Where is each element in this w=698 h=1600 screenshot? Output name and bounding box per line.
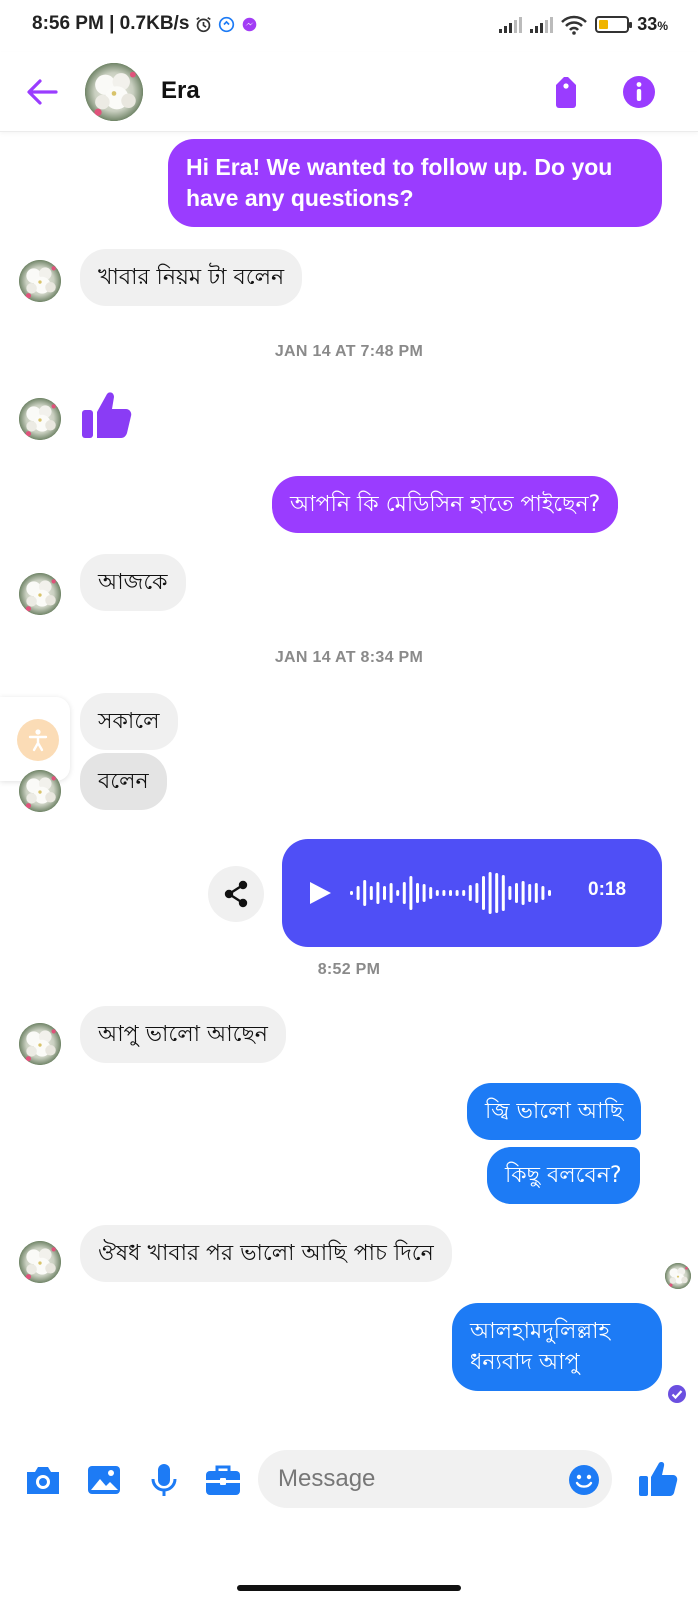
waveform-bar xyxy=(462,890,466,896)
contact-avatar[interactable] xyxy=(85,63,143,121)
audio-message[interactable]: 0:18 xyxy=(282,839,662,947)
waveform-bar xyxy=(350,891,353,895)
timestamp: JAN 14 AT 7:48 PM xyxy=(274,343,424,360)
microphone-icon[interactable] xyxy=(142,1458,186,1502)
status-bar: 8:56 PM | 0.7KB/s 33% xyxy=(0,0,698,52)
info-icon[interactable] xyxy=(619,72,659,112)
waveform-bar xyxy=(356,886,360,900)
battery-icon xyxy=(595,16,633,33)
message-composer xyxy=(0,1436,698,1526)
message-incoming[interactable]: খাবার নিয়ম টা বলেন xyxy=(80,249,303,306)
waveform-bar xyxy=(515,883,518,903)
status-left: 8:56 PM | 0.7KB/s xyxy=(32,13,258,35)
waveform-bar xyxy=(422,884,426,902)
waveform-bar xyxy=(521,881,525,905)
audio-duration: 0:18 xyxy=(588,879,627,900)
message-incoming[interactable]: আজকে xyxy=(80,554,186,611)
message-incoming[interactable]: ঔষধ খাবার পর ভালো আছি পাচ দিনে xyxy=(80,1225,452,1282)
delivered-check-icon xyxy=(668,1385,686,1403)
emoji-icon[interactable] xyxy=(567,1463,601,1497)
waveform-bar xyxy=(396,890,400,896)
message-incoming[interactable]: সকালে xyxy=(80,693,178,750)
avatar[interactable] xyxy=(19,573,61,615)
waveform-bar xyxy=(541,886,545,900)
sync-icon xyxy=(219,16,235,32)
message-outgoing[interactable]: Hi Era! We wanted to follow up. Do you h… xyxy=(168,139,662,227)
briefcase-icon[interactable] xyxy=(201,1458,245,1502)
chat-header: Era xyxy=(0,52,698,132)
waveform-bar xyxy=(369,886,373,900)
waveform-bar xyxy=(468,885,472,901)
waveform-bar xyxy=(435,890,439,896)
waveform-bar xyxy=(495,873,499,913)
wifi-icon xyxy=(561,15,588,35)
waveform-bar xyxy=(501,875,505,911)
waveform-bar xyxy=(363,880,367,906)
waveform-bar xyxy=(376,882,380,904)
waveform-bar xyxy=(548,890,551,896)
share-icon xyxy=(224,880,248,908)
waveform-bar xyxy=(482,876,485,910)
camera-icon[interactable] xyxy=(21,1458,65,1502)
message-outgoing[interactable]: আলহামদুলিল্লাহ ধন্যবাদ আপু xyxy=(452,1303,662,1391)
message-input[interactable] xyxy=(258,1450,612,1508)
timestamp: JAN 14 AT 8:34 PM xyxy=(274,649,424,666)
waveform-bar xyxy=(449,890,452,896)
message-list[interactable]: Hi Era! We wanted to follow up. Do you h… xyxy=(0,133,698,1433)
message-outgoing[interactable]: আপনি কি মেডিসিন হাতে পাইছেন? xyxy=(272,476,619,533)
status-time-speed: 8:56 PM | 0.7KB/s xyxy=(32,13,190,34)
home-indicator[interactable] xyxy=(237,1585,461,1591)
accessibility-button[interactable] xyxy=(0,697,70,781)
waveform-bar xyxy=(409,876,413,910)
message-incoming[interactable]: বলেন xyxy=(80,753,167,810)
alarm-icon xyxy=(196,16,212,32)
waveform-bar xyxy=(508,886,512,900)
gallery-icon[interactable] xyxy=(82,1458,126,1502)
signal-1-icon xyxy=(499,16,523,33)
waveform-bar xyxy=(389,883,393,903)
share-button[interactable] xyxy=(208,866,264,922)
avatar[interactable] xyxy=(19,1023,61,1065)
signal-2-icon xyxy=(530,16,554,33)
contact-name[interactable]: Era xyxy=(161,77,200,105)
battery-percent: 33% xyxy=(637,14,668,34)
messenger-icon xyxy=(243,17,257,31)
message-line: আলহামদুলিল্লাহ xyxy=(470,1319,611,1344)
waveform-bar xyxy=(455,890,459,896)
message-incoming[interactable]: আপু ভালো আছেন xyxy=(80,1006,286,1063)
timestamp: 8:52 PM xyxy=(317,961,381,978)
like-icon[interactable] xyxy=(636,1456,680,1500)
avatar[interactable] xyxy=(19,398,61,440)
thumbs-up-icon[interactable] xyxy=(80,386,136,442)
audio-waveform xyxy=(350,872,551,914)
accessibility-icon xyxy=(17,719,59,761)
waveform-bar xyxy=(383,886,386,900)
waveform-bar xyxy=(488,872,492,914)
back-arrow-icon[interactable] xyxy=(22,72,62,112)
play-icon[interactable] xyxy=(306,879,334,907)
tag-icon[interactable] xyxy=(546,72,586,112)
status-right: 33% xyxy=(499,14,668,35)
avatar[interactable] xyxy=(19,260,61,302)
waveform-bar xyxy=(475,883,479,903)
waveform-bar xyxy=(534,883,538,903)
avatar[interactable] xyxy=(19,770,61,812)
message-line: ধন্যবাদ আপু xyxy=(470,1350,580,1375)
waveform-bar xyxy=(528,884,532,902)
seen-avatar xyxy=(665,1263,691,1289)
message-outgoing[interactable]: জ্বি ভালো আছি xyxy=(467,1083,642,1140)
avatar[interactable] xyxy=(19,1241,61,1283)
message-outgoing[interactable]: কিছু বলবেন? xyxy=(487,1147,640,1204)
waveform-bar xyxy=(442,890,446,896)
waveform-bar xyxy=(429,887,433,899)
waveform-bar xyxy=(416,883,419,903)
waveform-bar xyxy=(402,882,406,904)
